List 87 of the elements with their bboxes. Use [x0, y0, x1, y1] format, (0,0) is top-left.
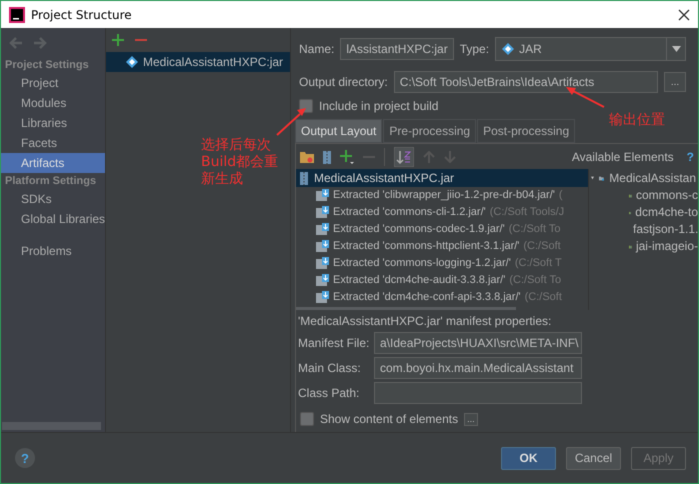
scrollbar[interactable]: [2, 422, 101, 430]
window-title: Project Structure: [31, 8, 133, 22]
checkbox-label: Include in project build: [319, 99, 438, 113]
extract-icon: [316, 206, 329, 219]
checkbox[interactable]: [300, 412, 314, 426]
tree-item-label: MedicalAssistantHXPC.jar: [314, 171, 454, 185]
sort-icon[interactable]: [394, 147, 414, 167]
artifact-item[interactable]: MedicalAssistantHXPC:jar: [106, 52, 290, 72]
extract-icon: [316, 291, 329, 304]
close-icon[interactable]: [678, 8, 690, 20]
back-icon[interactable]: [9, 37, 23, 49]
library-item[interactable]: fastjson-1.1.: [633, 222, 698, 237]
extract-icon: [316, 257, 329, 270]
sidebar-item[interactable]: Artifacts: [1, 153, 105, 173]
down-arrow-icon[interactable]: [444, 151, 456, 163]
add-icon[interactable]: [112, 34, 124, 46]
field-label: Main Class:: [298, 361, 362, 375]
sidebar-item[interactable]: Facets: [1, 133, 105, 153]
tree-item-path: (C:/Soft Tools/J: [490, 205, 564, 220]
more-button[interactable]: ...: [464, 412, 478, 426]
manifest-field[interactable]: com.boyoi.hx.main.MedicalAssistant: [374, 357, 582, 379]
extract-icon: [316, 223, 329, 236]
tab[interactable]: Output Layout: [295, 119, 382, 143]
sidebar-item[interactable]: Project: [1, 73, 105, 93]
caret-icon[interactable]: [672, 46, 680, 52]
sidebar-item[interactable]: Modules: [1, 93, 105, 113]
up-arrow-icon[interactable]: [423, 151, 435, 163]
archive-icon: [300, 172, 308, 184]
tree-item-path: (: [558, 188, 563, 203]
tree-item-path: (C:/Soft To: [508, 222, 560, 237]
annotation-arrow: [566, 87, 604, 108]
tree-item-path: (C:/Soft: [523, 239, 561, 254]
tree-item-path: (C:/Soft To: [509, 273, 562, 288]
diamond-icon: [126, 56, 138, 68]
tree-item[interactable]: Extracted 'commons-logging-1.2.jar/': [333, 256, 511, 271]
manifest-field[interactable]: [374, 382, 582, 404]
field-label: Manifest File:: [298, 336, 370, 350]
sidebar-item[interactable]: Problems: [1, 241, 105, 261]
annotation-text: 选择后每次Build都会重新生成: [201, 137, 279, 188]
library-item[interactable]: dcm4che-to: [635, 205, 698, 220]
extract-icon: [316, 274, 329, 287]
extract-icon: [316, 240, 329, 253]
field-label: Output directory:: [299, 75, 388, 89]
tree-item[interactable]: Extracted 'dcm4che-conf-api-3.3.8.jar/': [333, 290, 521, 305]
manifest-field[interactable]: a\IdeaProjects\HUAXI\src\META-INF\: [374, 332, 582, 354]
field-label: Class Path:: [298, 386, 360, 400]
section-heading: Project Settings: [4, 58, 90, 73]
type-dropdown[interactable]: JAR: [495, 37, 686, 61]
folder-icon[interactable]: [300, 151, 314, 163]
tab[interactable]: Pre-processing: [383, 119, 476, 143]
tree-item[interactable]: Extracted 'dcm4che-audit-3.3.8.jar/': [333, 273, 506, 288]
name-field[interactable]: lAssistantHXPC:jar: [340, 38, 454, 60]
tree-item-path: (C:/Soft: [524, 290, 562, 305]
sidebar-item[interactable]: Global Libraries: [1, 209, 105, 229]
output-directory-field[interactable]: C:\Soft Tools\JetBrains\Idea\Artifacts: [394, 71, 658, 93]
dialog-button[interactable]: OK: [501, 446, 556, 470]
tree-item[interactable]: Extracted 'commons-codec-1.9.jar/': [333, 222, 505, 237]
library-item[interactable]: jai-imageio-: [636, 239, 698, 254]
archive-icon[interactable]: [323, 150, 331, 164]
tab[interactable]: Post-processing: [477, 119, 576, 143]
diamond-icon: [502, 43, 514, 55]
tree-item-path: (C:/Soft T: [514, 256, 562, 271]
dropdown-value: JAR: [519, 42, 543, 56]
add-icon[interactable]: [340, 150, 354, 164]
tree-item[interactable]: MedicalAssistan: [609, 171, 696, 185]
sidebar-item[interactable]: SDKs: [1, 189, 105, 209]
browse-button[interactable]: ...: [664, 72, 686, 92]
field-label: Type:: [460, 42, 490, 56]
artifact-label: MedicalAssistantHXPC:jar: [143, 55, 284, 69]
tree-item[interactable]: Extracted 'commons-httpclient-3.1.jar/': [333, 239, 520, 254]
forward-icon[interactable]: [33, 37, 47, 49]
extract-icon: [316, 189, 329, 202]
section-heading: Platform Settings: [4, 174, 98, 189]
dialog-button[interactable]: Cancel: [566, 446, 621, 470]
available-elements-heading: Available Elements: [572, 150, 674, 164]
field-label: Name:: [299, 42, 334, 56]
sidebar-item[interactable]: Libraries: [1, 113, 105, 133]
manifest-heading: 'MedicalAssistantHXPC.jar' manifest properties:: [297, 313, 552, 330]
library-item[interactable]: commons-c: [636, 188, 698, 203]
tree-item[interactable]: MedicalAssistantHXPC.jar: [296, 169, 588, 187]
tree-item[interactable]: Extracted 'commons-cli-1.2.jar/': [333, 205, 486, 220]
checkbox-label: Show content of elements: [320, 412, 458, 426]
annotation-text: 输出位置: [609, 111, 665, 129]
app-logo-icon: [9, 6, 25, 22]
tree-item[interactable]: Extracted 'clibwrapper_jiio-1.2-pre-dr-b04.jar/': [333, 188, 555, 203]
help-button[interactable]: ?: [15, 448, 35, 468]
help-link[interactable]: ?: [686, 150, 694, 164]
